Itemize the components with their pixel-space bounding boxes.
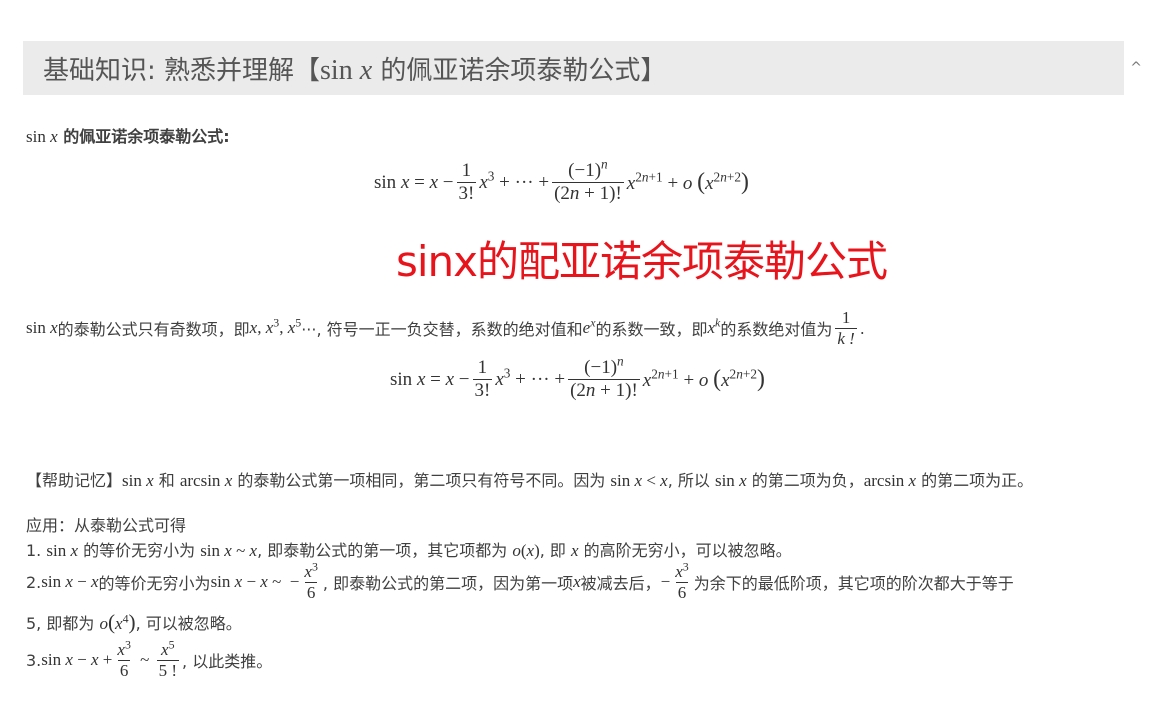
section-header[interactable]: 基础知识: 熟悉并理解【sin x 的佩亚诺余项泰勒公式】 [23, 41, 1124, 95]
application-item-2-cont: 5, 即都为 o(x4), 可以被忽略。 [26, 610, 242, 634]
heading-math: sin x [26, 127, 58, 146]
memory-tip: 【帮助记忆】sin x 和 arcsin x 的泰勒公式第一项相同，第二项只有符… [26, 471, 1034, 490]
header-math: sin x [320, 54, 373, 86]
formula-heading: sin x 的佩亚诺余项泰勒公式: [26, 127, 230, 146]
application-heading: 应用：从泰勒公式可得 [26, 516, 187, 535]
handwritten-annotation: sinx的配亚诺余项泰勒公式 [396, 237, 888, 286]
explanation-line: sin x 的泰勒公式只有奇数项，即 x, x3, x5 ···, 符号一正一负交… [26, 308, 865, 348]
application-item-1: 1. sin x 的等价无穷小为 sin x ~ x, 即泰勒公式的第一项，其它… [26, 541, 792, 560]
taylor-formula-1: sin x = x − 1 3! x3 + ··· + (−1)n (2n + 1)… [374, 156, 749, 204]
collapse-chevron-icon[interactable]: ^ [1130, 60, 1142, 76]
application-item-3: 3. sin x − x + x3 6 ~ x5 5 !, 以此类推。 [26, 637, 273, 680]
section-header-title: 基础知识: 熟悉并理解【sin x 的佩亚诺余项泰勒公式】 [43, 54, 667, 86]
application-item-2: 2. sin x − x 的等价无穷小为 sin x − x ~ − x3 6, … [26, 559, 1014, 602]
taylor-formula-2: sin x = x − 1 3! x3 + ··· + (−1)n (2n + 1)… [390, 353, 765, 401]
